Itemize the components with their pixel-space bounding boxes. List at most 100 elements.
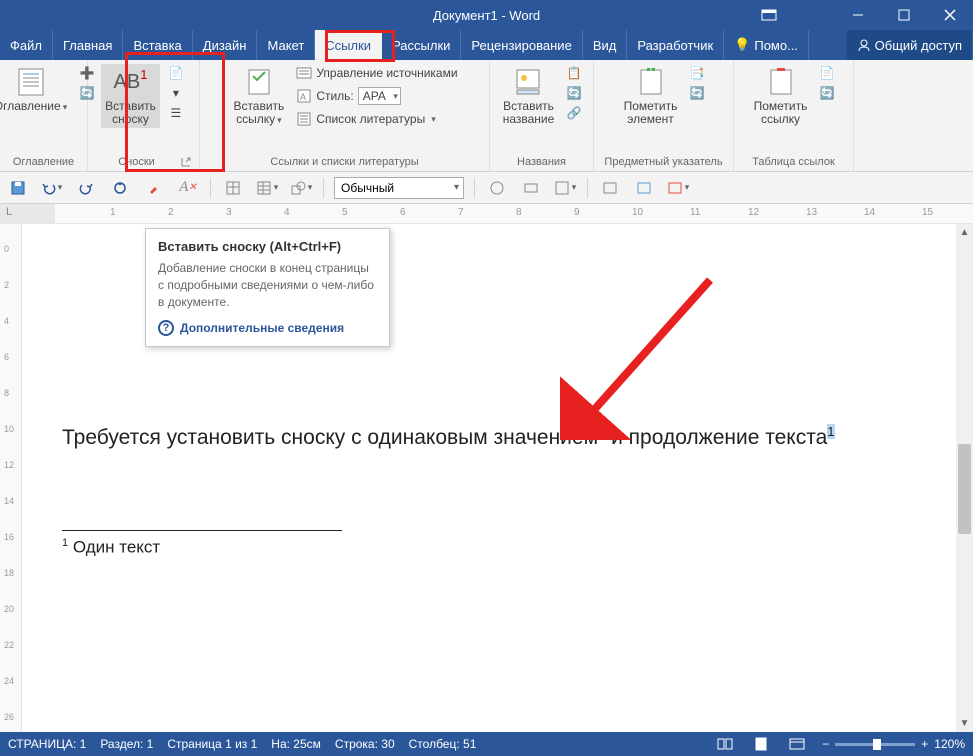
update-tof-icon: 🔄 xyxy=(566,85,582,101)
footnote-ref-2[interactable]: 1 xyxy=(827,424,834,439)
insert-table-figures-button[interactable]: 📋 xyxy=(564,64,584,82)
zoom-in-button[interactable]: + xyxy=(921,737,928,751)
print-layout-button[interactable] xyxy=(750,735,772,753)
tooltip-more-label: Дополнительные сведения xyxy=(180,321,344,335)
misc-button-1[interactable] xyxy=(598,176,622,200)
svg-text:A: A xyxy=(300,92,306,102)
status-position[interactable]: На: 25см xyxy=(271,737,321,751)
zoom-slider[interactable] xyxy=(835,743,915,746)
status-section[interactable]: Раздел: 1 xyxy=(100,737,153,751)
tab-references[interactable]: Ссылки xyxy=(315,30,382,60)
crossref-icon: 🔗 xyxy=(566,105,582,121)
tab-developer[interactable]: Разработчик xyxy=(627,30,724,60)
style-icon: A xyxy=(296,88,312,104)
status-page[interactable]: СТРАНИЦА: 1 xyxy=(8,737,86,751)
minimize-button[interactable] xyxy=(835,0,881,30)
status-page-of[interactable]: Страница 1 из 1 xyxy=(167,737,257,751)
close-button[interactable] xyxy=(927,0,973,30)
zoom-level[interactable]: 120% xyxy=(934,737,965,751)
insert-footnote-button[interactable]: AB1 Вставить сноску xyxy=(101,64,160,128)
group-toc-label: Оглавление xyxy=(13,154,74,171)
ribbon-tabs: Файл Главная Вставка Дизайн Макет Ссылки… xyxy=(0,30,973,60)
zoom-out-button[interactable]: − xyxy=(822,737,829,751)
update-toa-button[interactable]: 🔄 xyxy=(817,84,837,102)
redo-button[interactable] xyxy=(74,176,98,200)
status-column[interactable]: Столбец: 51 xyxy=(409,737,477,751)
manage-sources-button[interactable]: Управление источниками xyxy=(294,64,459,82)
caption-icon xyxy=(513,66,545,98)
mark-entry-button[interactable]: Пометить элемент xyxy=(620,64,682,128)
show-notes-button[interactable]: ☰ xyxy=(166,104,186,122)
update-index-button[interactable]: 🔄 xyxy=(687,84,707,102)
mark-entry-icon xyxy=(635,66,667,98)
tell-me[interactable]: 💡 Помо... xyxy=(724,30,809,60)
footnotes-dialog-launcher[interactable] xyxy=(179,155,193,169)
insert-citation-button[interactable]: Вставить ссылку xyxy=(229,64,288,128)
footnote-text[interactable]: 1 Один текст xyxy=(62,537,923,558)
text-part-2: и продолжение текста xyxy=(605,426,827,449)
rect-button[interactable] xyxy=(519,176,543,200)
tab-home[interactable]: Главная xyxy=(53,30,123,60)
undo-button[interactable] xyxy=(40,176,64,200)
save-button[interactable] xyxy=(6,176,30,200)
tab-view[interactable]: Вид xyxy=(583,30,628,60)
group-captions: Вставить название 📋 🔄 🔗 Названия xyxy=(490,60,594,171)
group-citations: Вставить ссылку Управление источниками A… xyxy=(200,60,490,171)
share-button[interactable]: Общий доступ xyxy=(847,30,973,60)
status-line[interactable]: Строка: 30 xyxy=(335,737,395,751)
scroll-up-button[interactable]: ▲ xyxy=(956,224,973,241)
next-footnote-button[interactable]: ▾ xyxy=(166,84,186,102)
mark-citation-button[interactable]: Пометить ссылку xyxy=(750,64,812,128)
tab-insert[interactable]: Вставка xyxy=(123,30,192,60)
misc-button-2[interactable] xyxy=(632,176,656,200)
circle-button[interactable] xyxy=(485,176,509,200)
tooltip-more-link[interactable]: ? Дополнительные сведения xyxy=(158,320,377,336)
insert-endnote-button[interactable]: 📄 xyxy=(166,64,186,82)
scroll-down-button[interactable]: ▼ xyxy=(956,715,973,732)
insert-citation-icon xyxy=(243,66,275,98)
maximize-button[interactable] xyxy=(881,0,927,30)
vertical-scrollbar[interactable]: ▲ ▼ xyxy=(956,224,973,732)
group-toa: Пометить ссылку 📄 🔄 Таблица ссылок xyxy=(734,60,854,171)
insert-toa-button[interactable]: 📄 xyxy=(817,64,837,82)
manage-sources-icon xyxy=(296,65,312,81)
table-button[interactable] xyxy=(221,176,245,200)
bibliography-icon xyxy=(296,111,312,127)
update-tof-button[interactable]: 🔄 xyxy=(564,84,584,102)
toc-icon xyxy=(15,66,47,98)
ribbon-display-options[interactable] xyxy=(749,0,789,30)
horizontal-ruler[interactable]: L 123456789101112131415 xyxy=(0,204,973,224)
person-icon xyxy=(857,38,871,52)
body-paragraph[interactable]: Требуется установить сноску с одинаковым… xyxy=(62,424,923,450)
tab-file[interactable]: Файл xyxy=(0,30,53,60)
insert-caption-label: Вставить название xyxy=(503,100,555,126)
insert-index-button[interactable]: 📑 xyxy=(687,64,707,82)
bibliography-button[interactable]: Список литературы xyxy=(294,110,459,128)
shape2-button[interactable] xyxy=(553,176,577,200)
toc-button[interactable]: Оглавление xyxy=(0,64,71,115)
insert-caption-button[interactable]: Вставить название xyxy=(499,64,559,128)
table-split-button[interactable] xyxy=(255,176,279,200)
tab-layout[interactable]: Макет xyxy=(257,30,315,60)
lightbulb-icon: 💡 xyxy=(734,37,750,53)
tab-mailings[interactable]: Рассылки xyxy=(382,30,461,60)
insert-footnote-label: Вставить сноску xyxy=(105,100,156,126)
misc-button-3[interactable] xyxy=(666,176,690,200)
read-mode-button[interactable] xyxy=(714,735,736,753)
cross-reference-button[interactable]: 🔗 xyxy=(564,104,584,122)
clear-format-button[interactable]: A✕ xyxy=(176,176,200,200)
highlight-button[interactable] xyxy=(142,176,166,200)
vertical-ruler[interactable]: 02468101214161820222426 xyxy=(0,224,22,732)
citation-style-dropdown[interactable]: APA xyxy=(358,87,401,105)
repeat-button[interactable] xyxy=(108,176,132,200)
group-captions-label: Названия xyxy=(517,154,566,171)
tab-design[interactable]: Дизайн xyxy=(193,30,258,60)
text-part-1: Требуется установить сноску с одинаковым… xyxy=(62,426,598,449)
shapes-button[interactable] xyxy=(289,176,313,200)
web-layout-button[interactable] xyxy=(786,735,808,753)
tab-review[interactable]: Рецензирование xyxy=(461,30,582,60)
scroll-thumb[interactable] xyxy=(958,444,971,534)
ruler-tab-selector[interactable]: L xyxy=(6,206,12,218)
style-selector[interactable]: Обычный xyxy=(334,177,464,199)
tooltip-body: Добавление сноски в конец страницы с под… xyxy=(158,260,377,310)
